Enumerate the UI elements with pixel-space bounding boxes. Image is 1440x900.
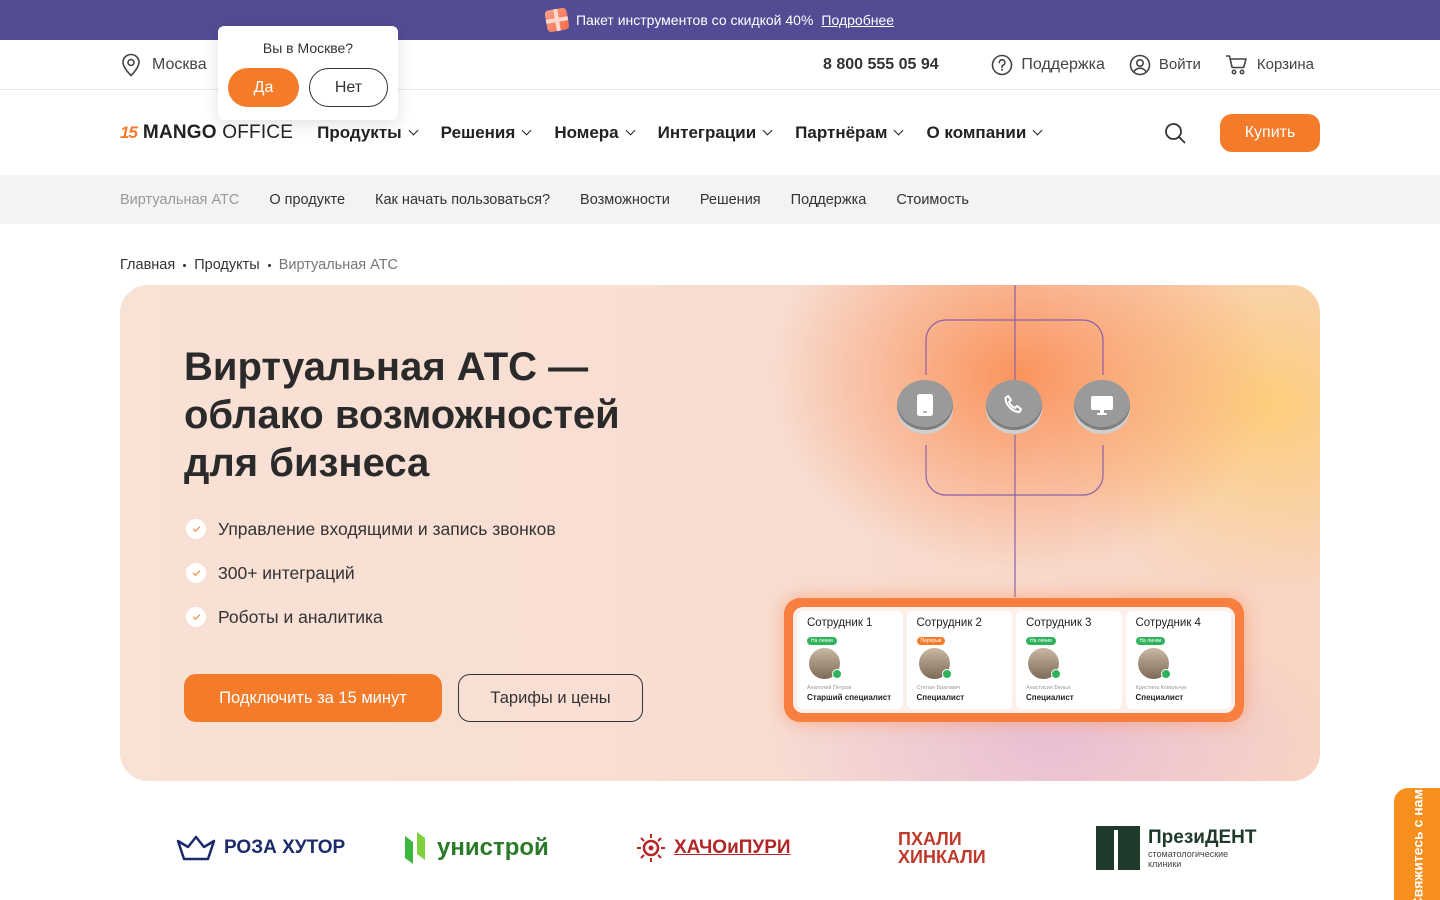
pricing-button[interactable]: Тарифы и цены [458, 674, 643, 722]
promo-bar: Пакет инструментов со скидкой 40% Подроб… [0, 0, 1440, 40]
location-pin-icon [122, 53, 140, 77]
roza-hutor-emblem-icon [176, 835, 216, 861]
client-logos: РОЗА ХУТОР унистрой ХАЧОиПУРИ ПХАЛИ ХИНК… [120, 818, 1320, 878]
check-icon [186, 519, 206, 539]
buy-button[interactable]: Купить [1220, 113, 1320, 152]
logo-unistroy: унистрой [403, 830, 549, 866]
status-badge: На линии [1135, 637, 1166, 645]
staff-panel: Сотрудник 1 На линии Анатолий Петров Ста… [784, 598, 1244, 722]
avatar [1137, 648, 1171, 679]
subnav-support[interactable]: Поддержка [791, 192, 867, 208]
unistroy-emblem-icon [405, 832, 425, 864]
logo-roza-hutor: РОЗА ХУТОР [176, 833, 345, 863]
staff-card: Сотрудник 3 На линии Анастасия Белых Спе… [1016, 611, 1122, 709]
logo-hacho-puri: ХАЧОиПУРИ [636, 833, 791, 863]
login-link[interactable]: Войти [1129, 54, 1201, 76]
phone-number[interactable]: 8 800 555 05 94 [823, 56, 939, 74]
breadcrumb-products[interactable]: Продукты [194, 257, 260, 273]
cart-label: Корзина [1256, 56, 1314, 73]
feature-item: 300+ интеграций [186, 551, 556, 595]
promo-link[interactable]: Подробнее [821, 12, 894, 28]
check-icon [186, 607, 206, 627]
logo-mark: 15 [120, 122, 138, 142]
contact-us-tab[interactable]: Свяжитесь с нами [1394, 781, 1440, 900]
nav-partners[interactable]: Партнёрам [795, 123, 904, 143]
chevron-down-icon [894, 125, 904, 136]
gift-icon [544, 7, 570, 33]
main-nav: 15 MANGO OFFICE Продукты Решения Номера … [0, 90, 1440, 175]
login-label: Войти [1158, 56, 1201, 73]
city-selector[interactable]: Москва [120, 53, 207, 77]
status-badge: На линии [807, 637, 837, 645]
subnav-vats[interactable]: Виртуальная АТС [120, 192, 239, 208]
chevron-down-icon [762, 125, 773, 136]
top-bar: Москва 8 800 555 05 94 Поддержка Войти К… [0, 40, 1440, 90]
avatar [1028, 648, 1061, 679]
subnav-pricing[interactable]: Стоимость [896, 192, 969, 208]
president-emblem-icon [1096, 826, 1140, 870]
user-circle-icon [1129, 54, 1151, 75]
status-badge: На линии [1026, 637, 1056, 645]
connect-button[interactable]: Подключить за 15 минут [184, 674, 442, 722]
question-circle-icon [992, 54, 1013, 75]
feature-item: Управление входящими и запись звонков [186, 507, 556, 551]
chevron-down-icon [408, 125, 419, 136]
cart-link[interactable]: Корзина [1225, 54, 1314, 76]
cart-icon [1225, 54, 1247, 74]
nav-solutions[interactable]: Решения [441, 123, 532, 143]
breadcrumb-home[interactable]: Главная [120, 257, 175, 273]
breadcrumb-current: Виртуальная АТС [278, 257, 399, 273]
breadcrumb: Главная Продукты Виртуальная АТС [0, 224, 1440, 284]
support-label: Поддержка [1021, 55, 1105, 73]
search-icon[interactable] [1164, 122, 1186, 144]
check-icon [186, 563, 206, 583]
subnav-solutions[interactable]: Решения [700, 192, 761, 208]
avatar [918, 648, 952, 679]
nav-company[interactable]: О компании [926, 123, 1043, 143]
status-badge: Перерыв [916, 637, 946, 645]
subnav-features[interactable]: Возможности [580, 192, 670, 208]
breadcrumb-separator [267, 263, 271, 267]
logo-president: ПрезиДЕНТ стоматологические клиники [1096, 826, 1257, 870]
subnav-about[interactable]: О продукте [269, 192, 345, 208]
city-question: Вы в Москве? [262, 40, 354, 56]
staff-card: Сотрудник 2 Перерыв Степан Брагович Спец… [906, 611, 1012, 709]
tablet-icon [897, 380, 953, 430]
eye-icon [637, 834, 665, 862]
staff-card: Сотрудник 1 На линии Анатолий Петров Ста… [797, 611, 903, 709]
chevron-down-icon [1032, 125, 1043, 136]
nav-integrations[interactable]: Интеграции [658, 123, 773, 143]
avatar [809, 648, 842, 679]
hero-banner: Виртуальная АТС — облако возможностей дл… [120, 285, 1320, 781]
city-name: Москва [152, 55, 207, 73]
nav-numbers[interactable]: Номера [554, 123, 636, 143]
support-link[interactable]: Поддержка [991, 54, 1105, 76]
staff-card: Сотрудник 4 На линии Кристина Ковальчук … [1125, 611, 1231, 709]
promo-text: Пакет инструментов со скидкой 40% [575, 12, 814, 28]
phone-icon [986, 380, 1042, 430]
hero-features: Управление входящими и запись звонков 30… [186, 507, 556, 639]
chevron-down-icon [625, 125, 636, 136]
product-subnav: Виртуальная АТС О продукте Как начать по… [0, 175, 1440, 224]
hero-title: Виртуальная АТС — облако возможностей дл… [184, 345, 620, 485]
logo-text: MANGO OFFICE [142, 121, 294, 143]
subnav-getting-started[interactable]: Как начать пользоваться? [375, 192, 550, 208]
chevron-down-icon [521, 125, 532, 136]
nav-products[interactable]: Продукты [317, 123, 419, 143]
monitor-icon [1074, 380, 1130, 430]
logo-phali-hinkali: ПХАЛИ ХИНКАЛИ [898, 829, 986, 867]
logo[interactable]: 15 MANGO OFFICE [120, 122, 293, 144]
feature-item: Роботы и аналитика [186, 595, 556, 639]
breadcrumb-separator [183, 263, 187, 267]
